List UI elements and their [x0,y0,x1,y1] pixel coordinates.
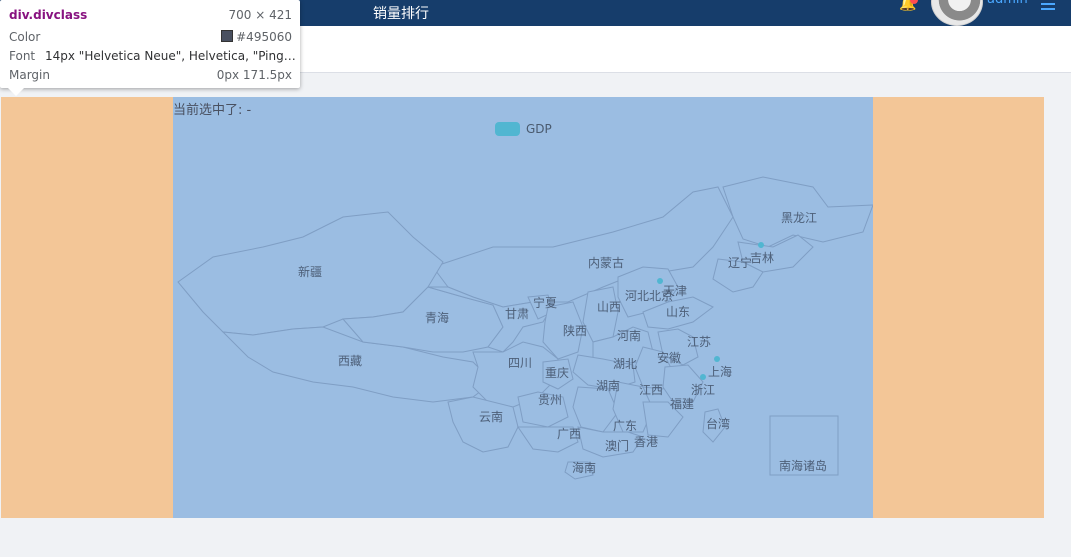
map-legend[interactable]: GDP [495,121,552,137]
label-tianjin: 天津 [663,284,687,298]
label-shanghai: 上海 [708,364,732,379]
label-anhui: 安徽 [657,350,681,365]
label-chongqing: 重庆 [545,366,569,380]
label-hunan: 湖南 [596,378,620,393]
label-shaanxi: 陕西 [563,323,587,338]
menu-icon[interactable] [1041,0,1055,10]
tooltip-color-value: #495060 [236,30,292,44]
label-hongkong: 香港 [634,435,658,449]
region-hunan [572,386,619,433]
legend-label: GDP [526,122,552,136]
label-hainan: 海南 [572,460,596,475]
tooltip-font-value: 14px "Helvetica Neue", Helvetica, "PingF… [45,49,300,63]
legend-swatch [495,122,520,136]
label-taiwan: 台湾 [706,416,730,431]
selected-region-text: 当前选中了: - [173,103,252,118]
gdp-marker [714,356,720,362]
avatar[interactable] [931,0,983,26]
label-xinjiang: 新疆 [298,264,322,279]
label-macau: 澳门 [605,438,629,453]
tooltip-font-label: Font [9,49,36,63]
label-shanxi: 山西 [597,300,621,314]
tooltip-element: div.divclass [9,8,88,22]
label-henan: 河南 [617,328,641,343]
tooltip-margin-label: Margin [9,68,50,82]
notification-badge [910,0,918,4]
label-guangxi: 广西 [557,427,581,441]
region-shanxi [582,286,619,343]
label-jiangsu: 江苏 [687,335,711,349]
label-south-china-sea: 南海诸岛 [779,458,827,473]
color-swatch-icon [221,30,234,42]
label-hebei: 河北 [625,289,649,303]
region-neimenggu [432,186,734,308]
tooltip-color-label: Color [9,30,41,44]
navbar-title[interactable]: 销量排行 [373,5,429,23]
label-shandong: 山东 [666,305,690,319]
username[interactable]: admin [987,0,1028,7]
label-liaoning: 辽宁 [728,255,752,270]
label-heilongjiang: 黑龙江 [781,211,817,225]
label-guizhou: 贵州 [538,393,562,407]
tooltip-margin-value: 0px 171.5px [216,68,292,82]
china-map[interactable]: 黑龙江 吉林 辽宁 内蒙古 新疆 青海 甘肃 宁夏 陕西 山西 河北 北京 天津… [173,97,873,518]
gdp-marker [758,242,764,248]
label-jilin: 吉林 [750,251,774,265]
label-qinghai: 青海 [425,310,449,325]
label-sichuan: 四川 [508,356,532,370]
label-gansu: 甘肃 [505,307,529,321]
label-jiangxi: 江西 [639,383,663,397]
tooltip-arrow [8,88,24,96]
label-guangdong: 广东 [613,419,637,433]
label-yunnan: 云南 [479,409,503,424]
label-xizang: 西藏 [338,354,362,368]
devtools-tooltip: div.divclass 700 × 421 Color #495060 Fon… [0,0,300,88]
label-fujian: 福建 [670,396,694,411]
tooltip-size: 700 × 421 [228,8,293,22]
gdp-marker [700,374,706,380]
label-hubei: 湖北 [613,356,637,371]
label-neimenggu: 内蒙古 [588,255,624,270]
region-yunnan [447,396,519,453]
label-ningxia: 宁夏 [533,295,557,310]
label-zhejiang: 浙江 [691,383,715,397]
